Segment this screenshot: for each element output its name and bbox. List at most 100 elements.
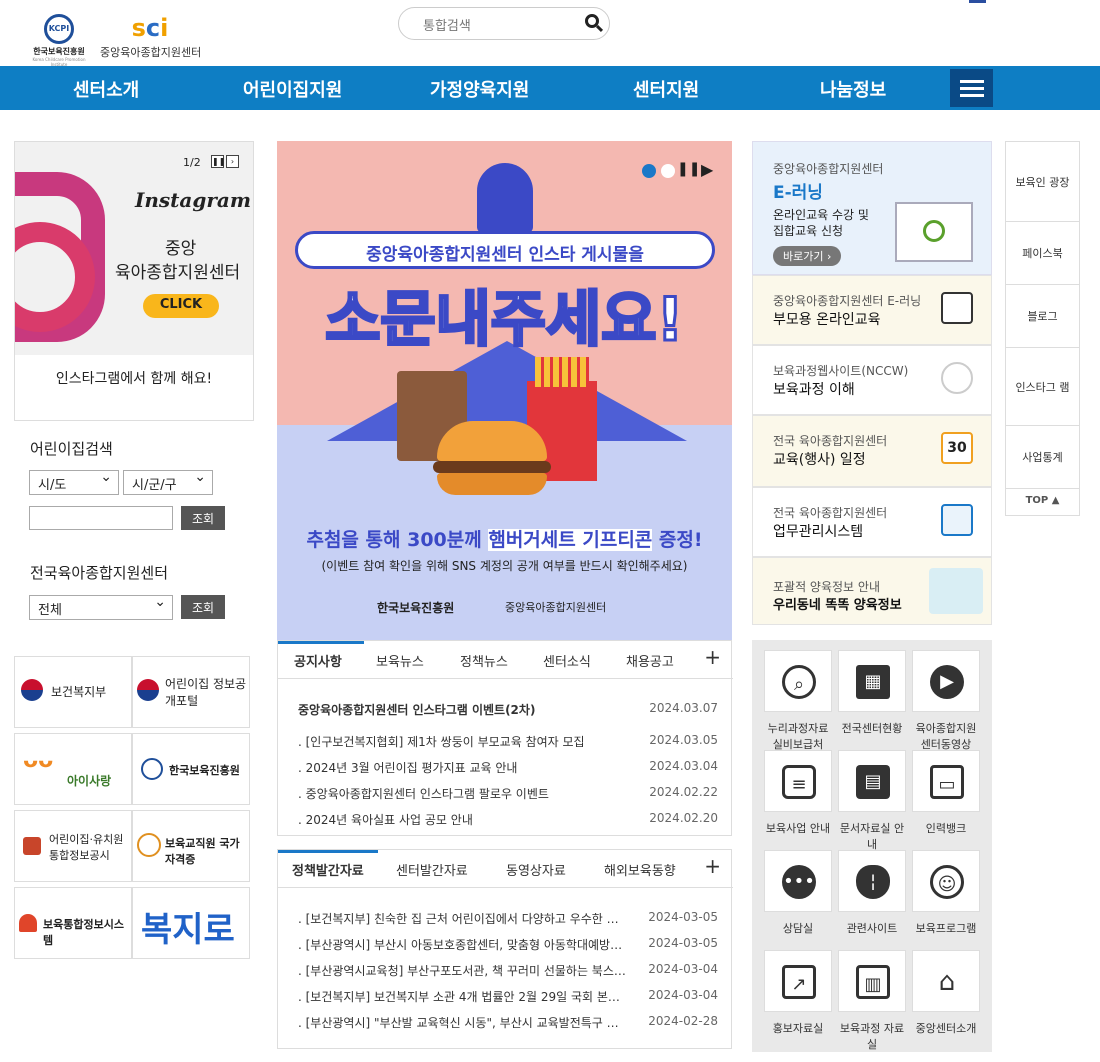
link-kcpi[interactable]: 한국보육진흥원 — [132, 733, 250, 805]
monitor-icon: ▭ — [930, 765, 964, 799]
daycare-search-button[interactable]: 조회 — [181, 506, 225, 530]
side-item-instagram[interactable]: 인스타그 램 — [1006, 348, 1079, 426]
nav-item-home-care[interactable]: 가정양육지원 — [430, 76, 529, 102]
list-item[interactable]: . [인구보건복지협회] 제1차 쌍둥이 부모교육 참여자 모집 2024.03.… — [298, 733, 718, 750]
nav-item-daycare[interactable]: 어린이집지원 — [243, 76, 342, 102]
quick-menu-grid: ⌕ 누리과정자료 실비보급처 ▦ 전국센터현황 ▶ 육아종합지원 센터동영상 ≡ 보육사… — [752, 640, 992, 1052]
grid-item-counsel[interactable]: ••• 상담실 — [764, 850, 832, 936]
sigungu-select[interactable]: 시/군/구 — [123, 469, 213, 495]
next-icon[interactable]: › — [226, 155, 239, 168]
tab-recruit[interactable]: 채용공고 — [626, 651, 674, 670]
search-icon[interactable] — [585, 14, 599, 28]
tab-policy-news[interactable]: 정책뉴스 — [460, 651, 508, 670]
certificate-icon — [137, 833, 161, 857]
side-item-plaza[interactable]: 보육인 광장 — [1006, 142, 1079, 222]
family-illustration — [929, 568, 983, 614]
link-disclosure[interactable]: 어린이집·유치원 통합정보공시 — [14, 810, 132, 882]
search-input[interactable]: 통합검색 — [398, 7, 610, 40]
tab-video[interactable]: 동영상자료 — [506, 860, 566, 879]
kcpi-icon — [141, 758, 163, 780]
link-certificate[interactable]: 보육교직원 국가자격증 — [132, 810, 250, 882]
play-icon[interactable]: ▶ — [701, 160, 713, 179]
mohw-emblem-icon — [21, 679, 43, 701]
elearning-card[interactable]: 중앙육아종합지원센터 E-러닝 온라인교육 수강 및 집합교육 신청 바로가기 … — [752, 141, 992, 275]
gov-emblem-icon — [137, 679, 159, 701]
monitor-icon — [895, 202, 973, 262]
quick-parenting-info[interactable]: 포괄적 양육정보 안내 우리동네 똑똑 양육정보 — [752, 557, 992, 625]
mouse-icon: ¦ — [856, 865, 890, 899]
policy-board: 정책발간자료 센터발간자료 동영상자료 해외보육동향 + . [보건복지부] 친… — [277, 849, 733, 1049]
grid-item-business[interactable]: ≡ 보육사업 안내 — [764, 750, 832, 836]
daycare-name-input[interactable] — [29, 506, 173, 530]
list-item[interactable]: . [부산광역시] "부산발 교육혁신 시동", 부산시 교육발전특구 … 202… — [298, 1014, 718, 1031]
quick-work-system[interactable]: 전국 육아종합지원센터 업무관리시스템 — [752, 487, 992, 557]
nav-item-share[interactable]: 나눔정보 — [820, 76, 886, 102]
quick-parent-education[interactable]: 중앙육아종합지원센터 E-러닝 부모용 온라인교육 — [752, 275, 992, 345]
grid-item-pr[interactable]: ↗ 홍보자료실 — [764, 950, 832, 1036]
document-icon: ≡ — [782, 765, 816, 799]
quick-schedule[interactable]: 전국 육아종합지원센터 교육(행사) 일정 30 — [752, 415, 992, 487]
menu-icon[interactable] — [950, 69, 993, 107]
book-icon: ▥ — [856, 965, 890, 999]
side-item-stats[interactable]: 사업통계 — [1006, 426, 1079, 489]
link-bokjiro[interactable]: 복지로 — [132, 887, 250, 959]
elearning-go-button[interactable]: 바로가기 › — [773, 246, 842, 266]
notice-board: 공지사항 보육뉴스 정책뉴스 센터소식 채용공고 + 중앙육아종합지원센터 인스… — [277, 640, 733, 836]
sido-select[interactable]: 시/도 — [29, 469, 119, 495]
instagram-icon — [15, 172, 105, 342]
link-info-portal[interactable]: 어린이집 정보공개포털 — [132, 656, 250, 728]
list-item[interactable]: . 중앙육아종합지원센터 인스타그램 팔로우 이벤트 2024.02.22 — [298, 785, 718, 802]
list-item[interactable]: . [부산광역시] 부산시 아동보호종합센터, 맞춤형 아동학대예방… 2024-… — [298, 936, 718, 953]
link-integrated-system[interactable]: 보육통합정보시스템 — [14, 887, 132, 959]
notebook-icon: ▤ — [856, 765, 890, 799]
grid-item-centers[interactable]: ▦ 전국센터현황 — [838, 650, 906, 736]
nav-item-about[interactable]: 센터소개 — [73, 76, 139, 102]
center-search-button[interactable]: 조회 — [181, 595, 225, 619]
instagram-promo[interactable]: Instagram 중앙 육아종합지원센터 CLICK 1/2 ❚❚ › 인스타… — [14, 141, 254, 421]
event-banner[interactable]: ❚❚ ▶ 중앙육아종합지원센터 인스타 게시물을 소문내주세요! 추첨을 통해 … — [277, 141, 732, 640]
tab-notice[interactable]: 공지사항 — [294, 651, 342, 670]
link-isarang[interactable]: ᴗᴗ 아이사랑 — [14, 733, 132, 805]
kcpi-logo[interactable]: KCPI 한국보육진흥원 Korea Childcare Promotion I… — [28, 14, 90, 67]
list-item[interactable]: . 2024년 3월 어린이집 평가지표 교육 안내 2024.03.04 — [298, 759, 718, 776]
nav-item-center-support[interactable]: 센터지원 — [633, 76, 699, 102]
grid-item-program[interactable]: ☺ 보육프로그램 — [912, 850, 980, 936]
click-badge: CLICK — [143, 294, 219, 318]
slide-dot[interactable] — [661, 164, 675, 178]
grid-item-jobbank[interactable]: ▭ 인력뱅크 — [912, 750, 980, 836]
tab-center-publication[interactable]: 센터발간자료 — [396, 860, 468, 879]
tab-center-news[interactable]: 센터소식 — [543, 651, 591, 670]
side-item-blog[interactable]: 블로그 — [1006, 285, 1079, 348]
more-icon[interactable]: + — [704, 854, 721, 878]
promo-caption: 인스타그램에서 함께 해요! — [55, 371, 213, 387]
tab-overseas[interactable]: 해외보육동향 — [604, 860, 676, 879]
list-item[interactable]: . 2024년 육아실표 사업 공모 안내 2024.02.20 — [298, 811, 718, 828]
side-quick-bar: 보육인 광장 페이스북 블로그 인스타그 램 사업통계 TOP ▲ — [1005, 141, 1080, 516]
grid-item-videos[interactable]: ▶ 육아종합지원 센터동영상 — [912, 650, 980, 752]
side-item-facebook[interactable]: 페이스북 — [1006, 222, 1079, 285]
grid-item-intro[interactable]: ⌂ 중앙센터소개 — [912, 950, 980, 1036]
tab-childcare-news[interactable]: 보육뉴스 — [376, 651, 424, 670]
grid-item-archive[interactable]: ▤ 문서자료실 안내 — [838, 750, 906, 852]
quick-curriculum[interactable]: 보육과정웹사이트(NCCW) 보육과정 이해 — [752, 345, 992, 415]
burger-icon — [433, 421, 551, 501]
card-icon — [941, 504, 973, 536]
tab-policy-publication[interactable]: 정책발간자료 — [292, 860, 364, 879]
center-logo[interactable]: sci 중앙육아종합지원센터 — [100, 14, 201, 62]
link-mohw[interactable]: 보건복지부 — [14, 656, 132, 728]
list-item[interactable]: . [보건복지부] 친숙한 집 근처 어린이집에서 다양하고 우수한 … 2024… — [298, 910, 718, 927]
list-item[interactable]: 중앙육아종합지원센터 인스타그램 이벤트(2차) 2024.03.07 — [298, 701, 718, 718]
pause-icon[interactable]: ❚❚ — [677, 161, 700, 177]
grid-item-curriculum[interactable]: ▥ 보육과정 자료실 — [838, 950, 906, 1052]
pause-icon[interactable]: ❚❚ — [211, 155, 225, 168]
slide-dot-active[interactable] — [642, 164, 656, 178]
list-item[interactable]: . [보건복지부] 보건복지부 소관 4개 법률안 2월 29일 국회 본… 20… — [298, 988, 718, 1005]
top-button[interactable]: TOP ▲ — [1006, 489, 1079, 515]
grid-item-materials[interactable]: ⌕ 누리과정자료 실비보급처 — [764, 650, 832, 752]
calendar-icon: 30 — [941, 432, 973, 464]
center-region-select[interactable]: 전체 — [29, 594, 173, 620]
more-icon[interactable]: + — [704, 645, 721, 669]
list-item[interactable]: . [부산광역시교육청] 부산구포도서관, 책 꾸러미 선물하는 북스… 2024… — [298, 962, 718, 979]
daycare-search-title: 어린이집검색 — [30, 440, 113, 458]
grid-item-related[interactable]: ¦ 관련사이트 — [838, 850, 906, 936]
